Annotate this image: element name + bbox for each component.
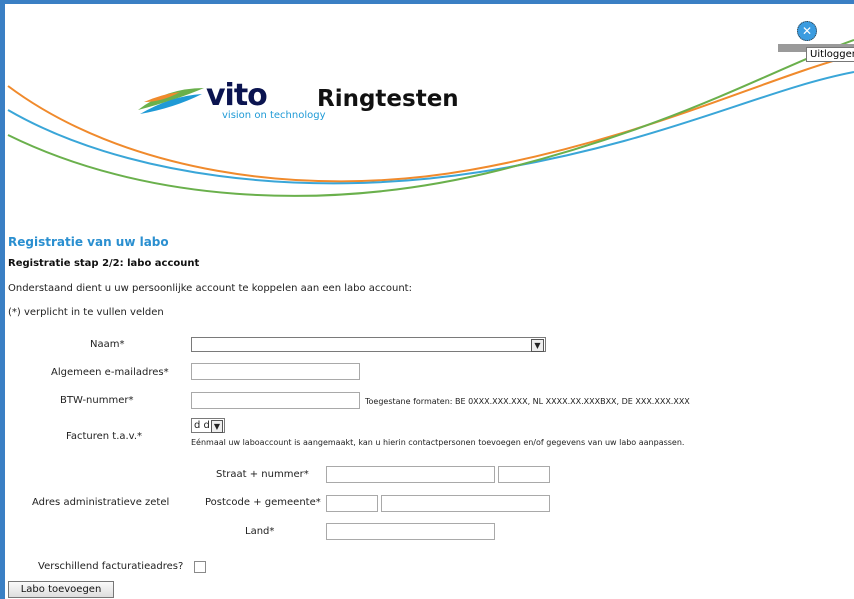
naam-label: Naam* bbox=[90, 339, 125, 350]
adres-label: Adres administratieve zetel bbox=[32, 497, 170, 508]
logout-tooltip: Uitloggen bbox=[806, 47, 854, 62]
header-waves bbox=[7, 39, 854, 197]
facturen-value: d d bbox=[194, 420, 210, 431]
labo-toevoegen-button[interactable]: Labo toevoegen bbox=[8, 581, 114, 598]
app-title: Ringtesten bbox=[317, 86, 459, 112]
postcode-label: Postcode + gemeente* bbox=[205, 497, 321, 508]
dropdown-arrow-icon[interactable]: ▼ bbox=[531, 339, 544, 352]
land-field[interactable] bbox=[326, 523, 495, 540]
btw-label: BTW-nummer* bbox=[60, 395, 134, 406]
btw-field[interactable] bbox=[191, 392, 360, 409]
land-label: Land* bbox=[245, 526, 275, 537]
required-note: (*) verplicht in te vullen velden bbox=[8, 307, 164, 318]
straat-field[interactable] bbox=[326, 466, 495, 483]
huisnummer-field[interactable] bbox=[498, 466, 550, 483]
email-field[interactable] bbox=[191, 363, 360, 380]
btw-hint: Toegestane formaten: BE 0XXX.XXX.XXX, NL… bbox=[365, 397, 690, 406]
verschillend-checkbox[interactable] bbox=[194, 561, 206, 573]
facturen-hint: Eénmaal uw laboaccount is aangemaakt, ka… bbox=[191, 438, 685, 447]
dropdown-arrow-icon[interactable]: ▼ bbox=[211, 420, 223, 433]
email-label: Algemeen e-mailadres* bbox=[51, 367, 169, 378]
verschillend-label: Verschillend facturatieadres? bbox=[38, 561, 184, 572]
vito-tagline: vision on technology bbox=[222, 110, 326, 121]
facturen-label: Facturen t.a.v.* bbox=[66, 431, 143, 442]
logout-close-icon[interactable]: ✕ bbox=[797, 21, 817, 41]
step-title: Registratie stap 2/2: labo account bbox=[8, 258, 200, 269]
vito-logo: vito vision on technology bbox=[136, 78, 336, 128]
vito-swoosh-icon bbox=[138, 88, 204, 114]
info-text: Onderstaand dient u uw persoonlijke acco… bbox=[8, 283, 412, 294]
vito-logo-text: vito bbox=[206, 78, 268, 113]
facturen-select[interactable]: d d ▼ bbox=[191, 418, 225, 433]
gemeente-field[interactable] bbox=[381, 495, 550, 512]
naam-select[interactable]: ▼ bbox=[191, 337, 546, 352]
section-title: Registratie van uw labo bbox=[8, 235, 169, 249]
straat-label: Straat + nummer* bbox=[216, 469, 309, 480]
postcode-field[interactable] bbox=[326, 495, 378, 512]
